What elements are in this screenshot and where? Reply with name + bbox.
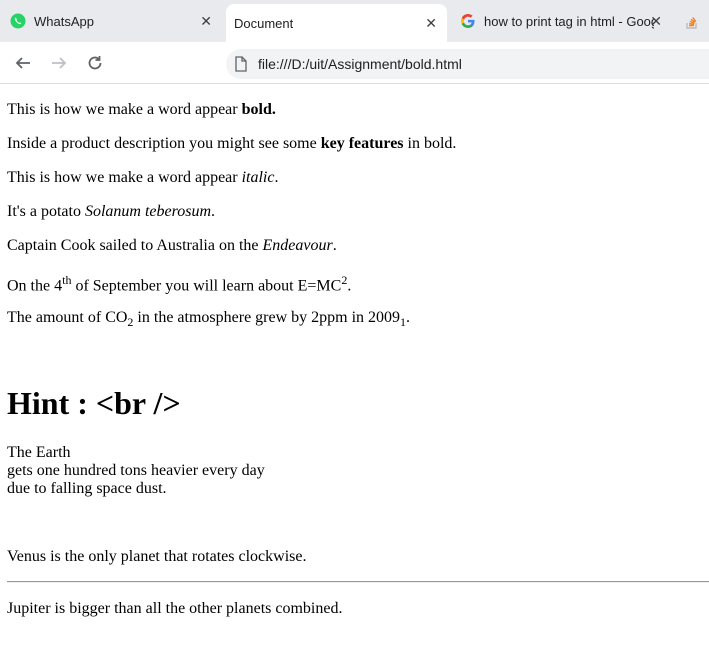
earth-line-2: gets one hundred tons heavier every day	[7, 462, 265, 479]
tab-title: how to print tag in html - Goog	[484, 13, 654, 29]
tab-title: WhatsApp	[34, 13, 94, 29]
close-icon[interactable]: ✕	[200, 14, 212, 28]
page-content: This is how we make a word appear bold. …	[0, 85, 709, 649]
tab-strip: WhatsApp ✕ Document ✕ how to print tag i…	[0, 0, 709, 42]
earth-line-1: The Earth	[7, 444, 71, 461]
forward-arrow-icon	[52, 57, 67, 69]
tab-whatsapp[interactable]: WhatsApp ✕	[10, 4, 220, 38]
italic-text: Solanum teberosum	[84, 203, 212, 220]
close-icon[interactable]: ✕	[650, 14, 662, 28]
google-icon	[461, 14, 475, 28]
paragraph-jupiter: Jupiter is bigger than all the other pla…	[7, 600, 343, 617]
paragraph-bold: This is how we make a word appear bold.	[7, 101, 276, 118]
paragraph-captain-cook: Captain Cook sailed to Australia on the …	[7, 237, 337, 254]
back-button[interactable]	[12, 52, 34, 74]
whatsapp-icon	[10, 13, 26, 29]
file-icon	[235, 56, 247, 72]
tab-stackoverflow[interactable]	[684, 4, 709, 38]
browser-toolbar: file:///D:/uit/Assignment/bold.html	[0, 42, 709, 84]
hint-heading: Hint : <br />	[7, 385, 181, 421]
paragraph-key-features: Inside a product description you might s…	[7, 135, 457, 152]
horizontal-rule	[7, 581, 709, 583]
address-bar[interactable]: file:///D:/uit/Assignment/bold.html	[226, 49, 709, 79]
tab-title: Document	[234, 15, 294, 31]
close-icon[interactable]: ✕	[425, 16, 437, 30]
paragraph-superscript: On the 4th of September you will learn a…	[7, 273, 352, 295]
tab-document[interactable]: Document ✕	[226, 4, 447, 42]
italic-text: Endeavour	[262, 237, 333, 254]
paragraph-potato: It's a potato Solanum teberosum.	[7, 203, 216, 220]
paragraph-italic: This is how we make a word appear italic…	[7, 169, 279, 186]
forward-button[interactable]	[48, 52, 70, 74]
paragraph-venus: Venus is the only planet that rotates cl…	[7, 548, 307, 565]
italic-text: italic	[241, 169, 275, 186]
paragraph-subscript: The amount of CO2 in the atmosphere grew…	[7, 309, 411, 330]
earth-line-3: due to falling space dust.	[7, 480, 167, 497]
back-arrow-icon	[15, 57, 30, 69]
stackoverflow-icon	[686, 17, 697, 29]
bold-text: key features	[320, 135, 404, 152]
reload-button[interactable]	[84, 52, 106, 74]
bold-text: bold.	[241, 101, 276, 118]
reload-icon	[88, 56, 102, 70]
url-text: file:///D:/uit/Assignment/bold.html	[258, 56, 462, 72]
tab-google-search[interactable]: how to print tag in html - Goog ✕	[460, 4, 670, 38]
